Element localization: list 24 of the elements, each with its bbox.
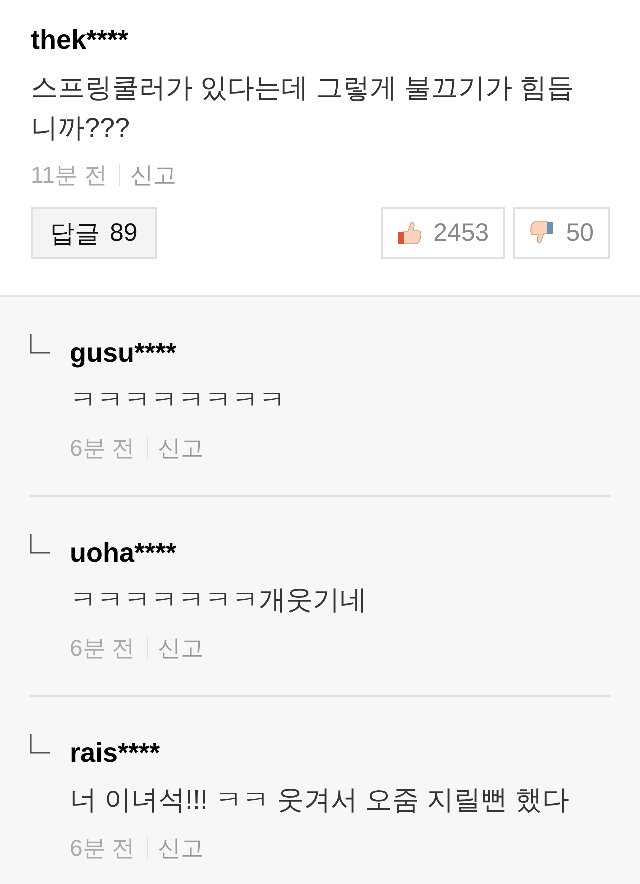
reply-author: rais**** (70, 737, 160, 770)
timestamp: 6분 전 (70, 834, 136, 863)
reply-text: ㅋㅋㅋㅋㅋㅋㅋㅋ (70, 384, 286, 417)
reply-author: gusu**** (70, 337, 177, 370)
like-button[interactable]: 2453 (380, 207, 506, 259)
reply-corner-icon (30, 734, 50, 754)
dislike-button[interactable]: 50 (513, 207, 610, 259)
timestamp: 6분 전 (70, 434, 136, 463)
reply-corner-icon (30, 534, 50, 554)
report-link[interactable]: 신고 (158, 633, 204, 663)
reply-text: ㅋㅋㅋㅋㅋㅋㅋ개웃기네 (70, 584, 367, 617)
reply-text: 너 이녀석!!! ㅋㅋ 웃겨서 오줌 지릴뻔 했다 (70, 784, 570, 817)
timestamp: 11분 전 (31, 161, 108, 190)
reply-corner-icon (30, 334, 50, 354)
report-link[interactable]: 신고 (158, 833, 204, 863)
thumbs-down-icon (530, 221, 554, 245)
timestamp: 6분 전 (70, 634, 136, 663)
thumbs-up-icon (398, 221, 422, 245)
comment-text: 스프링쿨러가 있다는데 그렇게 불끄기가 힘듭니까??? (31, 72, 576, 145)
comment-author: thek**** (31, 24, 129, 57)
report-link[interactable]: 신고 (130, 160, 176, 190)
report-link[interactable]: 신고 (158, 433, 204, 463)
reply-button[interactable]: 답글 89 (31, 207, 157, 259)
reply-author: uoha**** (70, 537, 177, 570)
